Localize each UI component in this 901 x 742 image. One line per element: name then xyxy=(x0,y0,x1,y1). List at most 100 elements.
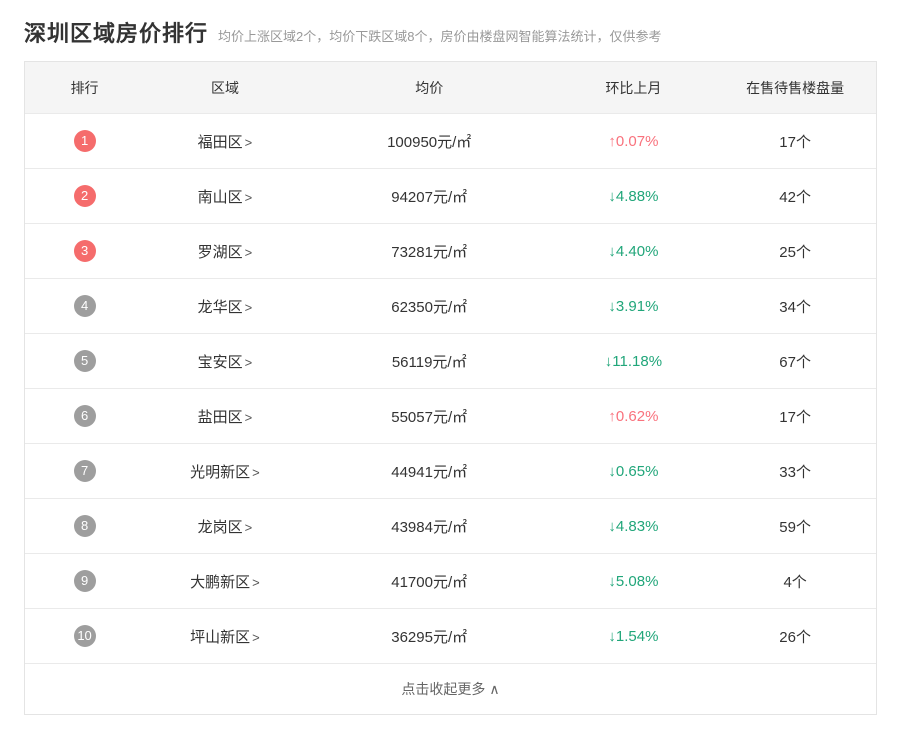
region-link[interactable]: 大鹏新区 > xyxy=(190,574,260,591)
chevron-right-icon: > xyxy=(244,299,253,315)
count-value: 17个 xyxy=(779,408,811,426)
region-name: 福田区 xyxy=(197,133,243,151)
price-value: 36295元/㎡ xyxy=(391,628,468,646)
chevron-right-icon: > xyxy=(244,244,253,260)
region-link[interactable]: 盐田区 > xyxy=(198,409,253,426)
table-row[interactable]: 1 福田区 > 100950元/㎡ ↑0.07% 17个 xyxy=(25,113,876,168)
price-cell: 36295元/㎡ xyxy=(306,626,553,647)
ranking-table: 排行 区域 均价 环比上月 在售待售楼盘量 1 福田区 > 100950元/㎡ ↑… xyxy=(24,61,877,715)
count-cell: 25个 xyxy=(714,241,876,262)
region-name: 罗湖区 xyxy=(197,243,243,261)
price-cell: 44941元/㎡ xyxy=(306,461,553,482)
rank-badge: 1 xyxy=(73,130,96,152)
rank-cell: 4 xyxy=(25,295,144,317)
region-link[interactable]: 福田区 > xyxy=(198,134,253,151)
region-cell: 坪山新区 > xyxy=(144,626,306,647)
price-cell: 43984元/㎡ xyxy=(306,516,553,537)
change-cell: ↓4.40% xyxy=(553,243,715,260)
rank-badge: 9 xyxy=(73,570,96,592)
table-row[interactable]: 8 龙岗区 > 43984元/㎡ ↓4.83% 59个 xyxy=(25,498,876,553)
price-value: 73281元/㎡ xyxy=(391,243,468,261)
count-value: 4个 xyxy=(783,573,807,591)
table-row[interactable]: 5 宝安区 > 56119元/㎡ ↓11.18% 67个 xyxy=(25,333,876,388)
page-header: 深圳区域房价排行 均价上涨区域2个，均价下跌区域8个，房价由楼盘网智能算法统计，… xyxy=(0,0,901,61)
price-cell: 55057元/㎡ xyxy=(306,406,553,427)
rank-cell: 1 xyxy=(25,130,144,152)
table-row[interactable]: 7 光明新区 > 44941元/㎡ ↓0.65% 33个 xyxy=(25,443,876,498)
column-header-rank: 排行 xyxy=(70,79,99,96)
change-cell: ↓4.88% xyxy=(553,188,715,205)
rank-cell: 6 xyxy=(25,405,144,427)
change-value: ↓5.08% xyxy=(608,572,659,590)
rank-badge: 8 xyxy=(73,515,96,537)
rank-cell: 3 xyxy=(25,240,144,262)
region-link[interactable]: 龙华区 > xyxy=(198,299,253,316)
region-cell: 南山区 > xyxy=(144,186,306,207)
change-value: ↑0.62% xyxy=(608,407,659,425)
price-cell: 41700元/㎡ xyxy=(306,571,553,592)
region-cell: 宝安区 > xyxy=(144,351,306,372)
rank-badge: 2 xyxy=(73,185,96,207)
region-link[interactable]: 宝安区 > xyxy=(198,354,253,371)
region-name: 宝安区 xyxy=(197,353,243,371)
rank-badge: 10 xyxy=(73,625,96,647)
chevron-right-icon: > xyxy=(244,189,253,205)
price-cell: 94207元/㎡ xyxy=(306,186,553,207)
change-cell: ↓3.91% xyxy=(553,298,715,315)
collapse-more-button[interactable]: 点击收起更多 ∧ xyxy=(25,663,876,714)
table-row[interactable]: 9 大鹏新区 > 41700元/㎡ ↓5.08% 4个 xyxy=(25,553,876,608)
count-cell: 17个 xyxy=(714,406,876,427)
count-cell: 26个 xyxy=(714,626,876,647)
column-header-region: 区域 xyxy=(210,79,239,96)
region-name: 大鹏新区 xyxy=(190,573,251,591)
region-cell: 罗湖区 > xyxy=(144,241,306,262)
chevron-right-icon: > xyxy=(252,574,260,590)
region-name: 龙岗区 xyxy=(197,518,243,536)
price-value: 94207元/㎡ xyxy=(391,188,468,206)
change-value: ↑0.07% xyxy=(608,132,659,150)
column-header-change: 环比上月 xyxy=(605,79,662,96)
count-value: 33个 xyxy=(779,463,811,481)
count-cell: 33个 xyxy=(714,461,876,482)
rank-cell: 8 xyxy=(25,515,144,537)
rank-badge: 5 xyxy=(73,350,96,372)
price-value: 56119元/㎡ xyxy=(391,353,467,371)
change-cell: ↑0.07% xyxy=(553,133,715,150)
count-value: 26个 xyxy=(779,628,811,646)
region-link[interactable]: 光明新区 > xyxy=(190,464,260,481)
chevron-up-icon: ∧ xyxy=(489,680,500,697)
price-value: 41700元/㎡ xyxy=(391,573,468,591)
region-link[interactable]: 罗湖区 > xyxy=(198,244,253,261)
count-cell: 34个 xyxy=(714,296,876,317)
region-cell: 光明新区 > xyxy=(144,461,306,482)
change-value: ↓4.83% xyxy=(608,517,659,535)
change-cell: ↓0.65% xyxy=(553,463,715,480)
region-link[interactable]: 南山区 > xyxy=(198,189,253,206)
region-cell: 大鹏新区 > xyxy=(144,571,306,592)
table-row[interactable]: 2 南山区 > 94207元/㎡ ↓4.88% 42个 xyxy=(25,168,876,223)
rank-badge: 4 xyxy=(73,295,96,317)
collapse-more-label: 点击收起更多 xyxy=(401,681,486,697)
region-link[interactable]: 龙岗区 > xyxy=(198,519,253,536)
table-row[interactable]: 10 坪山新区 > 36295元/㎡ ↓1.54% 26个 xyxy=(25,608,876,663)
count-value: 67个 xyxy=(779,353,811,371)
table-row[interactable]: 3 罗湖区 > 73281元/㎡ ↓4.40% 25个 xyxy=(25,223,876,278)
rank-badge: 3 xyxy=(73,240,96,262)
rank-cell: 7 xyxy=(25,460,144,482)
count-cell: 42个 xyxy=(714,186,876,207)
count-value: 59个 xyxy=(779,518,811,536)
chevron-right-icon: > xyxy=(244,134,253,150)
chevron-right-icon: > xyxy=(244,354,253,370)
table-row[interactable]: 4 龙华区 > 62350元/㎡ ↓3.91% 34个 xyxy=(25,278,876,333)
count-value: 42个 xyxy=(779,188,811,206)
region-name: 坪山新区 xyxy=(190,628,251,646)
chevron-right-icon: > xyxy=(244,409,253,425)
change-cell: ↓4.83% xyxy=(553,518,715,535)
table-row[interactable]: 6 盐田区 > 55057元/㎡ ↑0.62% 17个 xyxy=(25,388,876,443)
region-name: 南山区 xyxy=(197,188,243,206)
column-header-count: 在售待售楼盘量 xyxy=(746,79,845,96)
count-value: 25个 xyxy=(779,243,811,261)
price-value: 44941元/㎡ xyxy=(391,463,468,481)
region-link[interactable]: 坪山新区 > xyxy=(190,629,260,646)
rank-badge: 6 xyxy=(73,405,96,427)
